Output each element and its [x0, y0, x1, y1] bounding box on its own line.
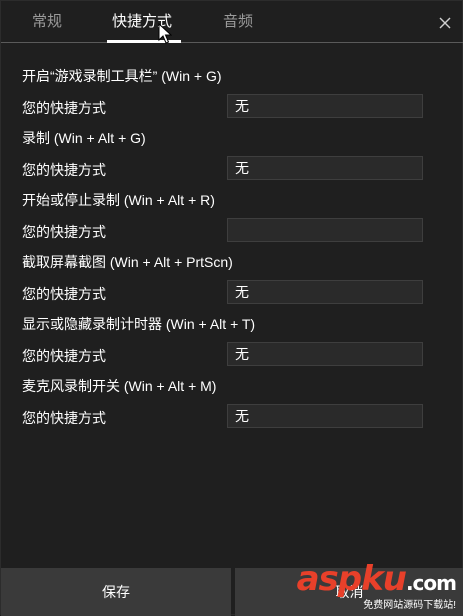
shortcut-row-label: 您的快捷方式 [22, 162, 106, 178]
mouse-cursor-icon [158, 23, 172, 44]
save-button[interactable]: 保存 [1, 568, 231, 616]
shortcut-input-recording-timer[interactable]: 无 [227, 342, 423, 366]
shortcut-row-label: 您的快捷方式 [22, 224, 106, 240]
shortcut-title: 显示或隐藏录制计时器 (Win + Alt + T) [22, 316, 256, 332]
shortcut-input-open-game-bar[interactable]: 无 [227, 94, 423, 118]
watermark-brand: aspku.com [296, 559, 457, 599]
shortcut-input-record[interactable]: 无 [227, 156, 423, 180]
shortcut-title: 截取屏幕截图 (Win + Alt + PrtScn) [22, 254, 233, 270]
shortcut-input-microphone[interactable]: 无 [227, 404, 423, 428]
tab-audio[interactable]: 音频 [223, 12, 253, 32]
shortcut-input-start-stop-recording[interactable] [227, 218, 423, 242]
close-icon [439, 17, 451, 29]
shortcut-title: 麦克风录制开关 (Win + Alt + M) [22, 378, 217, 394]
shortcut-row-label: 您的快捷方式 [22, 100, 106, 116]
tab-bar: 常规 快捷方式 音频 [1, 1, 463, 43]
game-bar-settings-window: 常规 快捷方式 音频 开启“游戏录制工具栏” (Win + G) 您的快捷方式 … [0, 0, 463, 616]
shortcut-input-screenshot[interactable]: 无 [227, 280, 423, 304]
shortcut-title: 开启“游戏录制工具栏” (Win + G) [22, 68, 222, 84]
shortcut-row-label: 您的快捷方式 [22, 348, 106, 364]
shortcut-title: 开始或停止录制 (Win + Alt + R) [22, 192, 215, 208]
watermark-logo: aspku.com 免费网站源码下载站! [296, 559, 457, 612]
footer-bar: 保存 取消 aspku.com 免费网站源码下载站! [1, 562, 463, 616]
close-button[interactable] [435, 13, 455, 33]
shortcut-title: 录制 (Win + Alt + G) [22, 130, 146, 146]
tab-general[interactable]: 常规 [32, 12, 62, 32]
shortcut-row-label: 您的快捷方式 [22, 410, 106, 426]
watermark-subtitle: 免费网站源码下载站! [363, 600, 456, 611]
shortcut-row-label: 您的快捷方式 [22, 286, 106, 302]
